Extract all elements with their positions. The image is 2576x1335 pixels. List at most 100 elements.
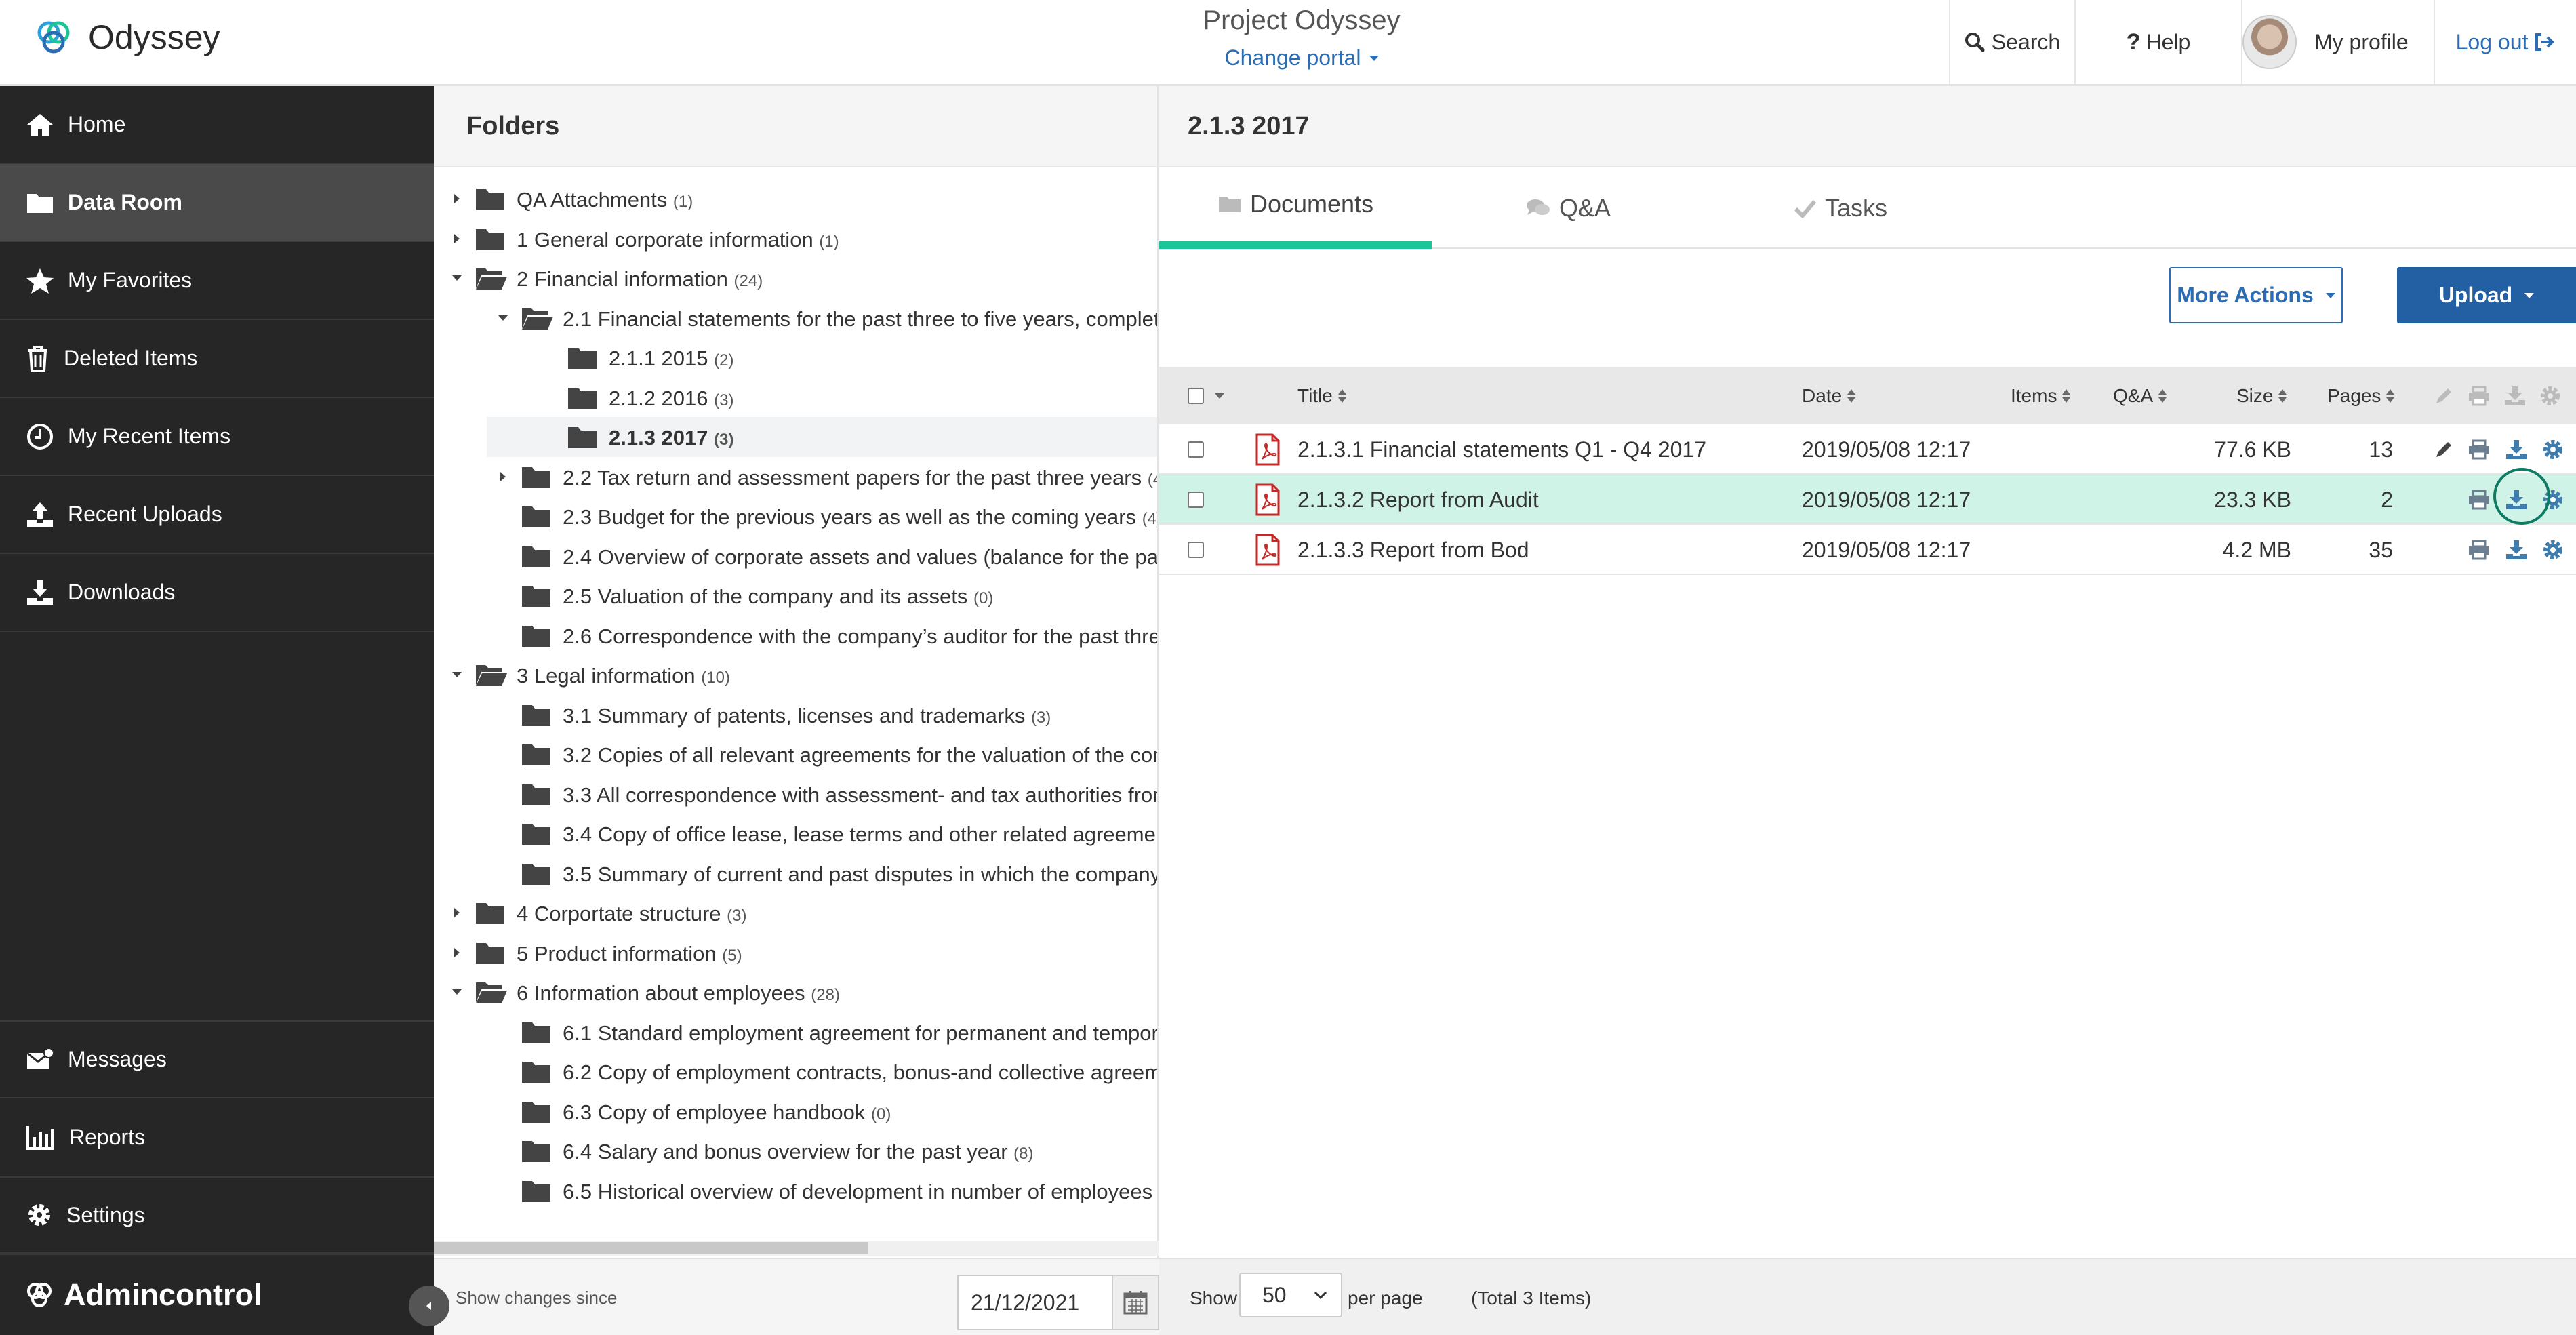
caret-down-icon[interactable]: [450, 271, 464, 285]
tab-qa[interactable]: Q&A: [1432, 167, 1704, 249]
folder-name: 6.1 Standard employment agreement for pe…: [563, 1020, 1159, 1045]
folder-tree-item[interactable]: 2.4 Overview of corporate assets and val…: [434, 536, 1157, 576]
print-button[interactable]: [2468, 424, 2491, 475]
column-title[interactable]: Title: [1297, 367, 1346, 424]
print-button[interactable]: [2468, 475, 2491, 525]
caret-right-icon[interactable]: [450, 906, 464, 919]
row-checkbox[interactable]: [1188, 441, 1204, 458]
changes-date-input[interactable]: 21/12/2021: [957, 1275, 1113, 1330]
caret-down-icon[interactable]: [1215, 393, 1224, 399]
sidebar-item-my-favorites[interactable]: My Favorites: [0, 242, 434, 320]
folder-icon: [521, 1020, 552, 1045]
settings-button[interactable]: [2542, 475, 2564, 525]
sidebar-item-recent-uploads[interactable]: Recent Uploads: [0, 476, 434, 554]
folder-tree-item[interactable]: QA Attachments (1): [434, 179, 1157, 219]
caret-right-icon[interactable]: [450, 946, 464, 959]
sidebar-item-deleted-items[interactable]: Deleted Items: [0, 320, 434, 398]
my-profile-button[interactable]: My profile: [2242, 0, 2434, 84]
folder-tree-item[interactable]: 5 Product information (5): [434, 933, 1157, 973]
per-page-select[interactable]: 50: [1239, 1273, 1342, 1317]
folder-tree-item[interactable]: 1 General corporate information (1): [434, 219, 1157, 259]
sidebar-item-reports[interactable]: Reports: [0, 1098, 434, 1178]
caret-right-icon[interactable]: [496, 470, 510, 483]
admincontrol-brand: Admincontrol: [0, 1254, 434, 1335]
help-button[interactable]: ? Help: [2074, 0, 2242, 84]
folder-tree-item[interactable]: 6.2 Copy of employment contracts, bonus-…: [434, 1052, 1157, 1092]
app-logo[interactable]: Odyssey: [34, 18, 220, 57]
row-checkbox[interactable]: [1188, 492, 1204, 508]
sidebar-item-settings[interactable]: Settings: [0, 1178, 434, 1254]
upload-button[interactable]: Upload: [2397, 267, 2576, 323]
print-icon: [2468, 540, 2491, 560]
folder-tree-item[interactable]: 6.1 Standard employment agreement for pe…: [434, 1012, 1159, 1052]
tab-documents[interactable]: Documents: [1159, 167, 1432, 249]
folder-icon: [521, 822, 552, 846]
upload-icon: [27, 502, 53, 527]
caret-down-icon[interactable]: [450, 668, 464, 681]
column-qa[interactable]: Q&A: [2113, 367, 2167, 424]
folder-tree-item[interactable]: 2.1.3 2017 (3): [487, 417, 1157, 457]
calendar-button[interactable]: [1112, 1275, 1159, 1330]
folder-tree-item[interactable]: 2.5 Valuation of the company and its ass…: [434, 576, 1157, 616]
folder-tree-item[interactable]: 3.5 Summary of current and past disputes…: [434, 854, 1157, 894]
edit-button[interactable]: [2434, 424, 2454, 475]
scrollbar-thumb[interactable]: [434, 1242, 868, 1254]
column-pages[interactable]: Pages: [2327, 367, 2395, 424]
logout-button[interactable]: Log out: [2434, 0, 2576, 84]
caret-down-icon[interactable]: [450, 985, 464, 999]
folder-tree-item[interactable]: 2 Financial information (24): [434, 258, 1157, 298]
document-title-link[interactable]: 2.1.3.2 Report from Audit: [1297, 475, 1539, 525]
select-all-control[interactable]: [1188, 367, 1224, 424]
download-button[interactable]: [2505, 525, 2527, 575]
more-actions-button[interactable]: More Actions: [2169, 267, 2343, 323]
column-size[interactable]: Size: [2236, 367, 2287, 424]
sidebar-item-home[interactable]: Home: [0, 86, 434, 164]
column-date[interactable]: Date: [1802, 367, 1856, 424]
folder-tree-item[interactable]: 4 Corportate structure (3): [434, 893, 1157, 933]
folder-label: 3.4 Copy of office lease, lease terms an…: [563, 822, 1157, 847]
folder-tree-item[interactable]: 2.3 Budget for the previous years as wel…: [434, 496, 1157, 536]
caret-right-icon[interactable]: [450, 192, 464, 205]
caret-down-icon[interactable]: [496, 311, 510, 325]
folder-tree-item[interactable]: 3.2 Copies of all relevant agreements fo…: [434, 734, 1157, 774]
document-title-link[interactable]: 2.1.3.3 Report from Bod: [1297, 525, 1529, 575]
settings-button[interactable]: [2542, 424, 2564, 475]
change-portal-link[interactable]: Change portal: [1098, 45, 1505, 71]
select-all-checkbox[interactable]: [1188, 387, 1204, 404]
document-title-link[interactable]: 2.1.3.1 Financial statements Q1 - Q4 201…: [1297, 424, 1706, 475]
folder-tree-item[interactable]: 6.4 Salary and bonus overview for the pa…: [434, 1131, 1157, 1171]
folder-tree-item[interactable]: 3.4 Copy of office lease, lease terms an…: [434, 814, 1157, 854]
folder-tree-item[interactable]: 6.3 Copy of employee handbook (0): [434, 1092, 1157, 1132]
print-button[interactable]: [2468, 525, 2491, 575]
download-button[interactable]: [2505, 475, 2527, 525]
horizontal-scrollbar[interactable]: [434, 1241, 1159, 1256]
folder-icon: [521, 1100, 552, 1124]
sidebar-item-data-room[interactable]: Data Room: [0, 164, 434, 242]
folder-tree-item[interactable]: 2.1.1 2015 (2): [434, 338, 1157, 378]
sidebar-item-downloads[interactable]: Downloads: [0, 554, 434, 632]
settings-button[interactable]: [2542, 525, 2564, 575]
column-items[interactable]: Items: [2011, 367, 2071, 424]
folder-tree-item[interactable]: 3.3 All correspondence with assessment- …: [434, 774, 1157, 814]
sidebar-item-my-recent-items[interactable]: My Recent Items: [0, 398, 434, 476]
caret-right-icon[interactable]: [450, 232, 464, 245]
table-row[interactable]: 2.1.3.2 Report from Audit 2019/05/08 12:1…: [1159, 475, 2576, 525]
tab-tasks[interactable]: Tasks: [1704, 167, 1977, 249]
download-button[interactable]: [2505, 424, 2527, 475]
folder-tree-item[interactable]: 2.1.2 2016 (3): [434, 378, 1157, 418]
search-button[interactable]: Search: [1949, 0, 2074, 84]
folder-tree-item[interactable]: 3.1 Summary of patents, licenses and tra…: [434, 695, 1157, 735]
folder-tree-item[interactable]: 6 Information about employees (28): [434, 972, 1157, 1012]
table-row[interactable]: 2.1.3.1 Financial statements Q1 - Q4 201…: [1159, 424, 2576, 475]
sidebar-item-messages[interactable]: Messages: [0, 1020, 434, 1098]
folder-tree-item[interactable]: 2.2 Tax return and assessment papers for…: [434, 457, 1157, 497]
bar-chart-icon: [26, 1125, 54, 1150]
table-row[interactable]: 2.1.3.3 Report from Bod 2019/05/08 12:17 4…: [1159, 525, 2576, 575]
folder-tree-item[interactable]: 3 Legal information (10): [434, 655, 1157, 695]
folder-tree-item[interactable]: 6.5 Historical overview of development i…: [434, 1171, 1157, 1211]
folder-tree-item[interactable]: 2.1 Financial statements for the past th…: [434, 298, 1157, 338]
folder-tree-item[interactable]: 2.6 Correspondence with the company’s au…: [434, 616, 1157, 656]
row-checkbox[interactable]: [1188, 542, 1204, 558]
folder-label: 3 Legal information (10): [517, 664, 730, 688]
collapse-sidebar-button[interactable]: [409, 1286, 449, 1326]
